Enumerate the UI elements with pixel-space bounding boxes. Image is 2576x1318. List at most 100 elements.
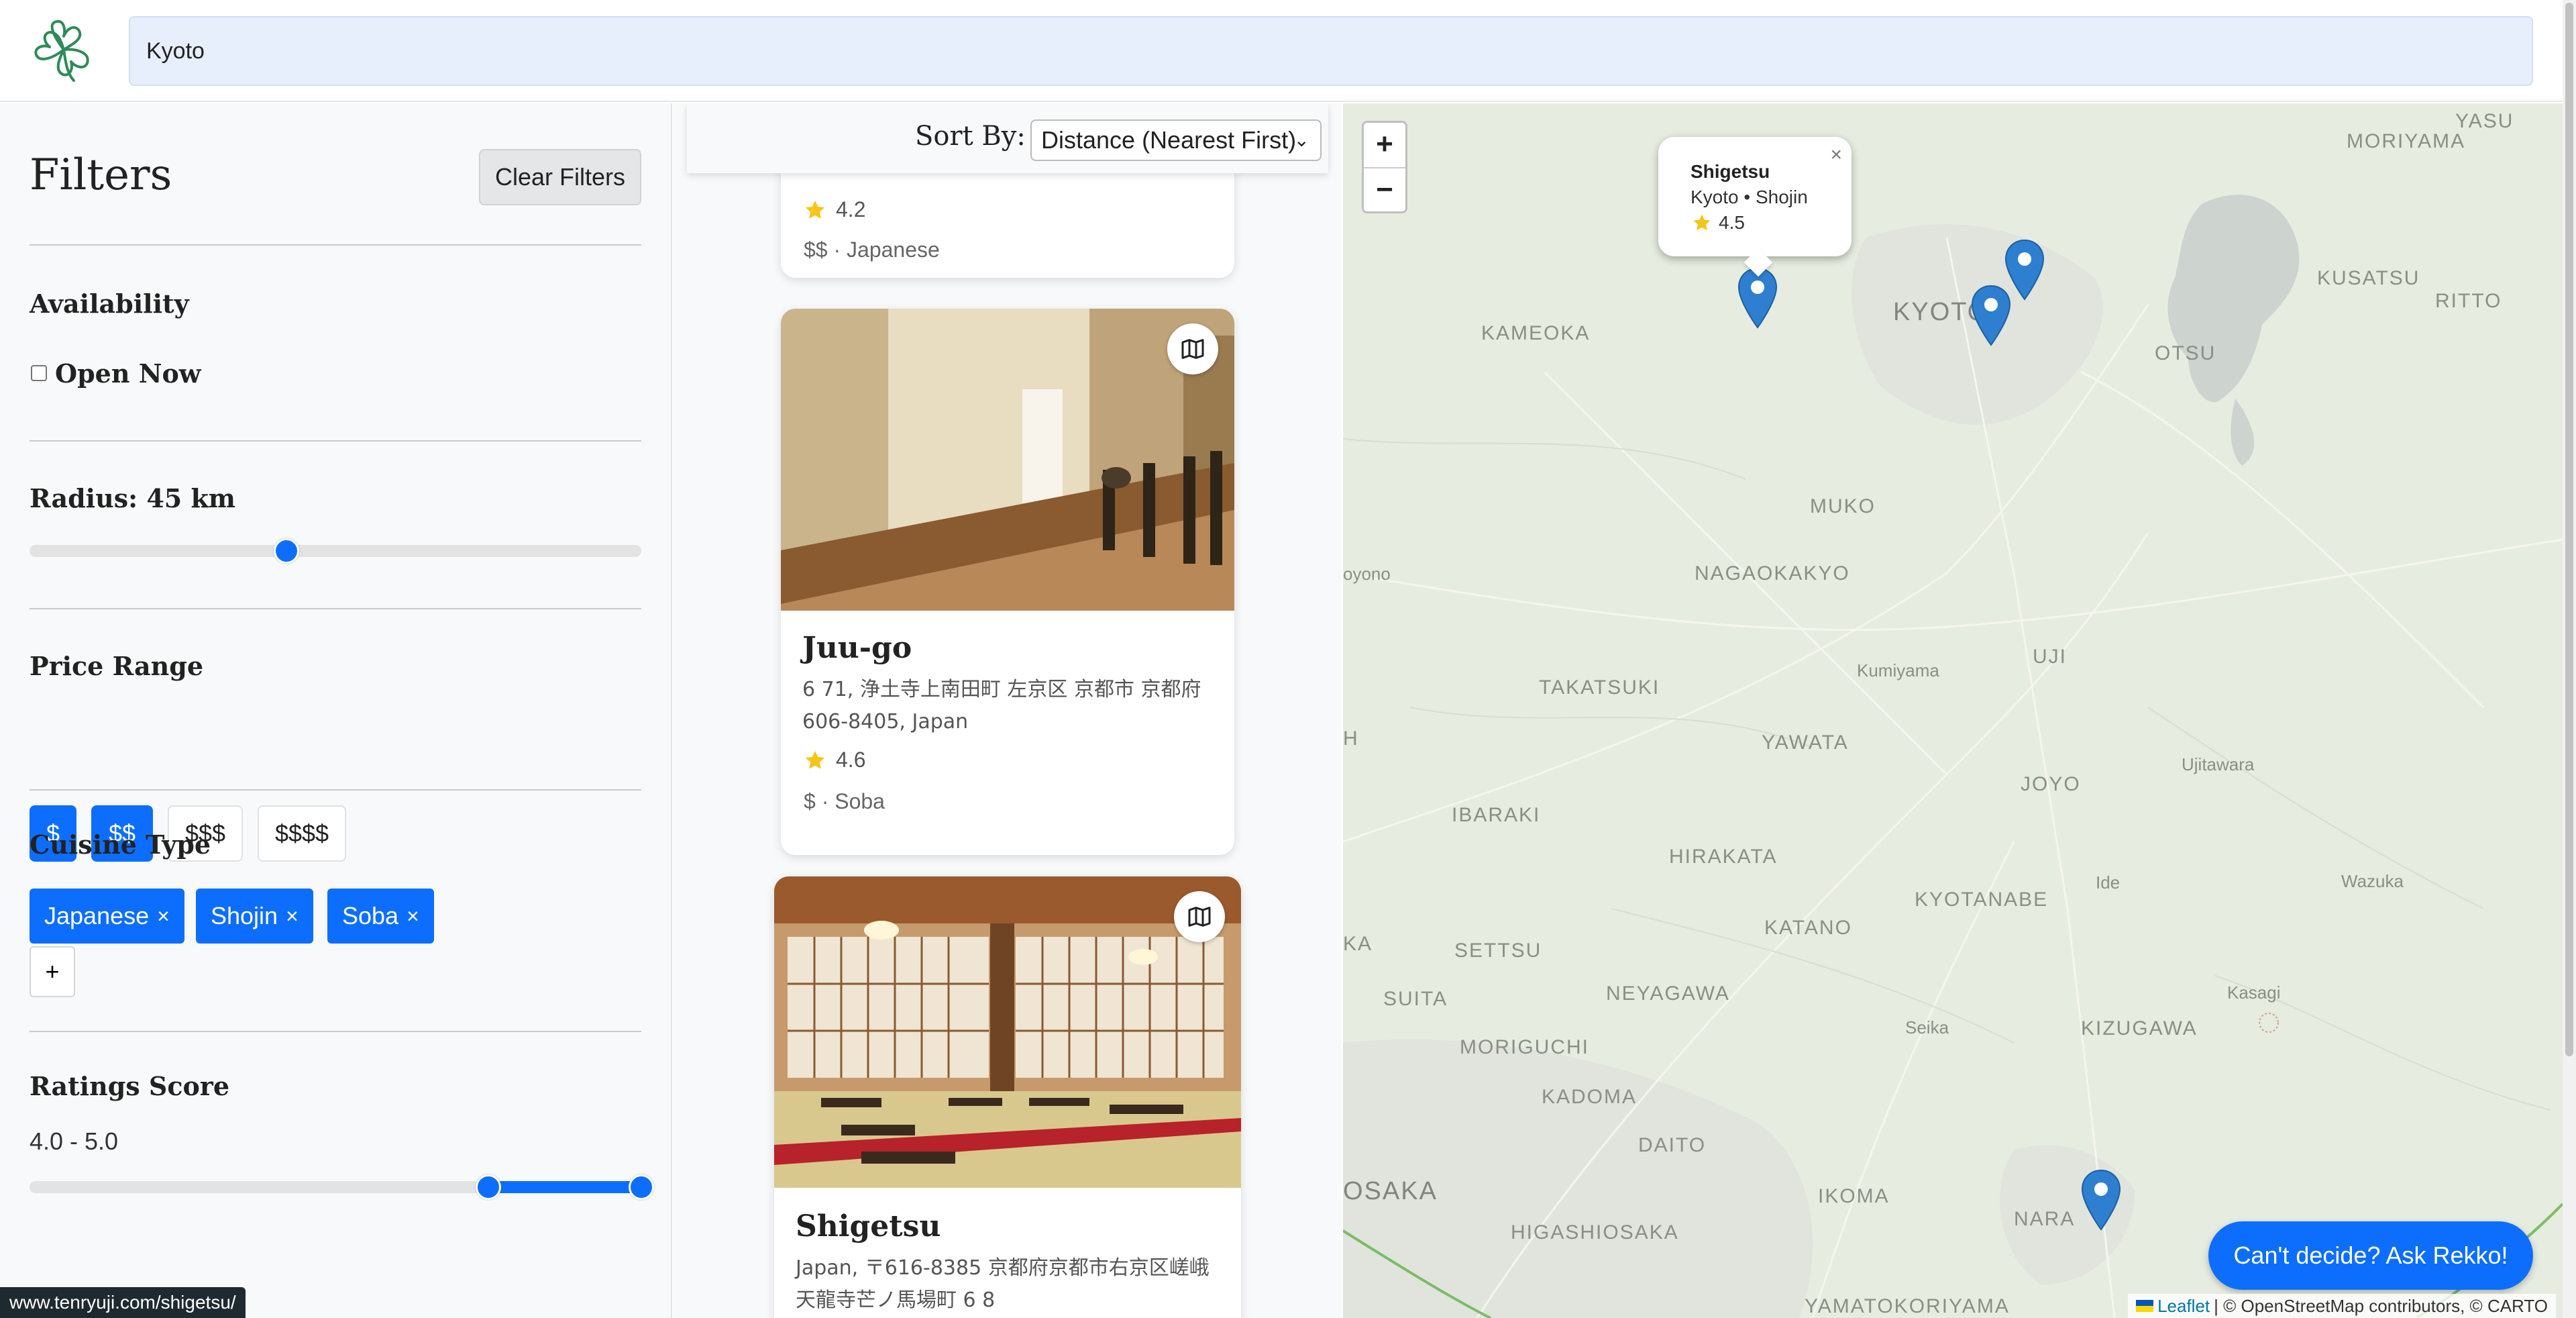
price-option-4[interactable]: $$$$ [258,805,346,862]
sort-bar: Sort By: Distance (Nearest First) ⌄ [687,103,1328,173]
search-input[interactable] [129,16,2533,86]
restaurant-name: Shigetsu [796,1209,941,1244]
rating-slider-fill [488,1181,641,1193]
map-label: OSAKA [1343,1177,1438,1205]
map-marker-icon[interactable] [2004,239,2045,301]
popup-rating: 4.5 [1692,212,1745,234]
divider [30,789,641,791]
radius-title: Radius: 45 km [30,483,236,513]
map-label: Ujitawara [2182,754,2255,774]
clover-logo-icon[interactable] [27,16,101,83]
map-label: NEYAGAWA [1606,982,1730,1005]
cuisine-chip-japanese[interactable]: Japanese × [30,889,184,944]
popup-subtitle: Kyoto • Shojin [1690,187,1808,207]
map-icon [1188,907,1211,927]
rating-slider-min-thumb[interactable] [476,1174,501,1200]
radius-slider-track[interactable] [30,545,641,557]
page-scrollbar[interactable] [2563,0,2576,1318]
zoom-out-button[interactable]: − [1364,167,1405,211]
leaflet-link[interactable]: Leaflet [2157,1294,2210,1318]
map-label: Kasagi [2227,982,2281,1003]
popup-restaurant-name: Shigetsu [1690,161,1770,182]
clear-filters-button[interactable]: Clear Filters [479,149,641,205]
map-label: Seika [1905,1017,1949,1037]
ratings-score-title: Ratings Score [30,1071,230,1101]
map-label: MUKO [1810,495,1876,517]
card-meta: $$ · Japanese [804,238,940,262]
map-label: H [1343,727,1359,750]
open-now-checkbox[interactable] [31,365,47,381]
cuisine-type-title: Cuisine Type [30,829,211,860]
map-marker-icon[interactable] [2081,1169,2121,1231]
remove-chip-icon[interactable]: × [286,904,299,929]
restaurant-card[interactable]: Shigetsu Japan, 〒616-8385 京都府京都市右京区嵯峨天龍寺… [774,876,1241,1318]
status-bar-url: www.tenryuji.com/shigetsu/ [0,1287,246,1318]
restaurant-photo [781,309,1234,611]
restaurant-card[interactable]: Juu-go 6 71, 浄土寺上南田町 左京区 京都市 京都府 606-840… [781,309,1234,855]
map-label: Ide [2096,872,2121,893]
map-label: KUSATSU [2317,267,2420,289]
filters-title: Filters [30,150,172,200]
map-label: KYOTANABE [1915,889,2049,911]
divider [30,244,641,246]
sort-select[interactable]: Distance (Nearest First) ⌄ [1030,119,1322,161]
show-on-map-button[interactable] [1174,891,1225,942]
card-rating: 4.6 [804,748,865,772]
add-cuisine-button[interactable]: + [30,946,75,997]
map-label: KATANO [1764,917,1852,939]
map-attribution: Leaflet | © OpenStreetMap contributors, … [2128,1294,2556,1318]
cuisine-chip-shojin[interactable]: Shojin × [196,889,313,944]
map[interactable]: YASU MORIYAMA KUSATSU RITTO OTSU KYOTO K… [1343,103,2563,1318]
star-icon [1693,214,1711,231]
map-label: MORIGUCHI [1460,1036,1589,1058]
star-icon [805,200,825,219]
map-label: RITTO [2435,290,2502,312]
results-list: 4.2 $$ · Japanese Juu-go 6 71, 浄土寺上南田町 左… [674,103,1342,1318]
price-range-title: Price Range [30,651,204,681]
show-on-map-button[interactable] [1167,323,1218,374]
divider [30,440,641,442]
map-icon [1181,339,1204,359]
chevron-down-icon: ⌄ [1293,130,1309,150]
map-label: TAKATSUKI [1539,676,1660,699]
map-label: OTSU [2155,342,2216,364]
restaurant-address: 6 71, 浄土寺上南田町 左京区 京都市 京都府 606-8405, Japa… [802,678,1201,733]
map-label: DAITO [1638,1134,1707,1156]
cuisine-chip-soba[interactable]: Soba × [327,889,434,944]
rating-value: 4.2 [836,197,866,221]
map-label: IBARAKI [1452,804,1541,826]
top-bar [0,0,2576,102]
attribution-text: | © OpenStreetMap contributors, © CARTO [2214,1296,2548,1316]
filters-sidebar: Filters Clear Filters Availability Open … [0,103,672,1318]
availability-title: Availability [30,289,189,319]
ask-rekko-button[interactable]: Can't decide? Ask Rekko! [2208,1221,2533,1290]
remove-chip-icon[interactable]: × [157,904,170,929]
map-label: YASU [2455,110,2514,132]
sort-label: Sort By: [915,121,1026,152]
divider [30,608,641,609]
rating-slider-max-thumb[interactable] [629,1174,654,1200]
remove-chip-icon[interactable]: × [407,904,419,929]
map-label: NARA [2014,1208,2076,1230]
rating-range-text: 4.0 - 5.0 [30,1127,119,1155]
map-label: YAWATA [1762,731,1849,754]
popup-rating-value: 4.5 [1719,212,1745,233]
map-label: KAMEOKA [1481,322,1591,344]
divider [30,1031,641,1032]
map-label: YAMATOKORIYAMA [1805,1295,2010,1317]
map-label: SUITA [1383,988,1448,1010]
map-label: JOYO [2021,773,2081,795]
scrollbar-thumb[interactable] [2565,3,2573,1056]
radius-slider-thumb[interactable] [274,538,300,564]
restaurant-photo [774,876,1241,1188]
map-label: HIRAKATA [1669,846,1778,868]
zoom-in-button[interactable]: + [1364,123,1405,167]
open-now-label[interactable]: Open Now [55,358,201,389]
map-label: NAGAOKAKYO [1695,562,1850,585]
chip-label: Shojin [211,902,278,929]
zoom-control: + − [1362,121,1407,213]
map-label: KA [1343,933,1373,955]
close-icon[interactable]: × [1830,144,1842,166]
map-label: KIZUGAWA [2081,1017,2198,1040]
map-label: IKOMA [1818,1185,1890,1207]
